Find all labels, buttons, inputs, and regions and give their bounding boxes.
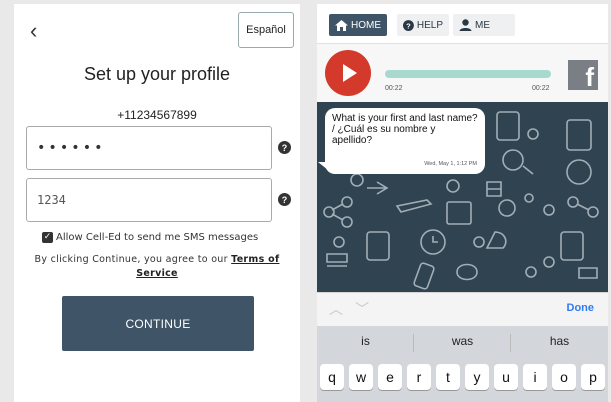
key-i[interactable]: i <box>523 364 547 390</box>
message-timestamp: Wed, May 1, 1:12 PM <box>424 161 477 167</box>
nav-help-button[interactable]: ? HELP <box>397 14 449 36</box>
facebook-icon[interactable]: f <box>568 60 598 90</box>
message-bubble: What is your first and last name? / ¿Cuá… <box>325 108 485 174</box>
suggestion-1[interactable]: is <box>317 334 414 348</box>
nav-me-button[interactable]: ME <box>453 14 515 36</box>
language-button[interactable]: Español <box>238 12 294 48</box>
password-field[interactable]: •••••• <box>26 126 272 170</box>
key-u[interactable]: u <box>494 364 518 390</box>
checkbox-checked-icon[interactable]: ✓ <box>42 232 53 243</box>
message-text: What is your first and last name? / ¿Cuá… <box>332 113 478 146</box>
chat-panel: HOME ? HELP ME 00:22 00:22 f What is you… <box>317 4 608 402</box>
audio-progress-bar[interactable] <box>385 70 551 78</box>
key-r[interactable]: r <box>407 364 431 390</box>
chevron-down-icon[interactable]: ﹀ <box>355 299 369 319</box>
key-w[interactable]: w <box>349 364 373 390</box>
profile-panel: ‹ Español Set up your profile +112345678… <box>14 4 300 402</box>
continue-button[interactable]: CONTINUE <box>62 296 254 351</box>
chat-area: What is your first and last name? / ¿Cuá… <box>317 102 608 292</box>
home-icon <box>335 19 348 31</box>
terms-notice: By clicking Continue, you agree to our T… <box>24 253 290 281</box>
terms-prefix: By clicking Continue, you agree to our <box>34 254 228 265</box>
key-t[interactable]: t <box>436 364 460 390</box>
keyboard: is was has q w e r t y u i o p <box>317 326 608 402</box>
page-title: Set up your profile <box>83 64 231 84</box>
play-icon[interactable] <box>325 50 371 96</box>
done-button[interactable]: Done <box>567 302 595 314</box>
back-icon[interactable]: ‹ <box>30 20 37 42</box>
key-o[interactable]: o <box>552 364 576 390</box>
pin-field[interactable]: 1234 <box>26 178 272 222</box>
audio-player: 00:22 00:22 f <box>317 44 608 102</box>
suggestion-2[interactable]: was <box>414 334 511 348</box>
suggestion-3[interactable]: has <box>511 334 608 348</box>
key-e[interactable]: e <box>378 364 402 390</box>
elapsed-time: 00:22 <box>385 85 403 92</box>
password-help-icon[interactable]: ? <box>278 141 291 154</box>
nav-home-label: HOME <box>351 19 381 31</box>
chevron-up-icon[interactable]: ︿ <box>329 299 343 319</box>
top-nav: HOME ? HELP ME <box>317 4 608 44</box>
key-p[interactable]: p <box>581 364 605 390</box>
sms-consent[interactable]: ✓ Allow Cell-Ed to send me SMS messages <box>42 232 258 243</box>
svg-text:?: ? <box>406 21 411 30</box>
nav-me-label: ME <box>475 19 490 31</box>
help-icon: ? <box>403 19 414 31</box>
key-y[interactable]: y <box>465 364 489 390</box>
keyboard-accessory-bar: ︿ ﹀ Done <box>317 292 608 326</box>
phone-number: +11234567899 <box>117 108 197 122</box>
key-q[interactable]: q <box>320 364 344 390</box>
total-time: 00:22 <box>532 85 550 92</box>
nav-home-button[interactable]: HOME <box>329 14 387 36</box>
nav-help-label: HELP <box>416 19 443 31</box>
pin-help-icon[interactable]: ? <box>278 193 291 206</box>
user-icon <box>459 19 472 31</box>
sms-consent-label: Allow Cell-Ed to send me SMS messages <box>56 232 259 243</box>
